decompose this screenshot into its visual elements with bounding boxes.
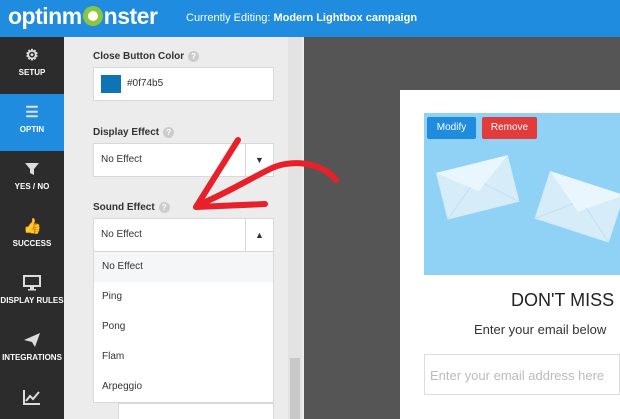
annotation-arrow <box>193 137 339 210</box>
